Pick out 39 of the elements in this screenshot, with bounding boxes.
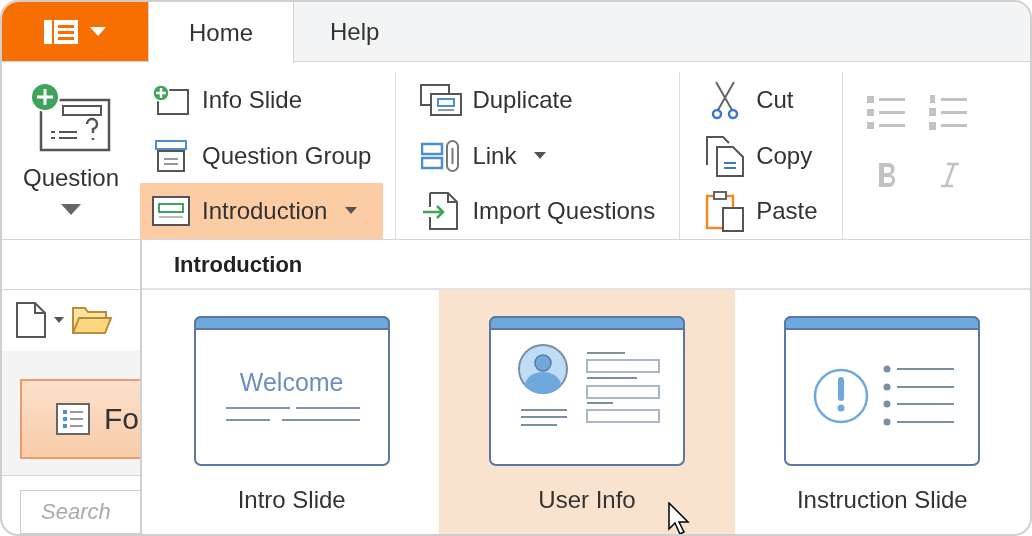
intro-slide-icon — [152, 196, 190, 227]
panel-title: Introduction — [174, 250, 303, 279]
slide-preview-icon — [489, 316, 685, 466]
group-icon — [154, 138, 188, 173]
add-question-icon — [29, 82, 113, 152]
caret-icon — [90, 26, 106, 37]
document-list-icon — [44, 19, 78, 44]
ribbon-button[interactable]: Import Questions — [410, 183, 668, 239]
ribbon-button[interactable]: Link — [410, 127, 668, 184]
list-icon — [56, 402, 90, 435]
slide-preview-icon — [784, 316, 981, 466]
question-button[interactable]: Question — [2, 72, 140, 240]
clipboard-icon — [705, 190, 746, 233]
ribbon-button[interactable]: Cut — [694, 72, 830, 128]
ribbon-button[interactable]: Introduction — [140, 183, 384, 239]
tab[interactable]: Help — [294, 2, 416, 61]
tab[interactable]: Home — [148, 2, 294, 63]
ribbon-button[interactable]: Copy — [694, 127, 830, 184]
app-menu-button[interactable] — [2, 2, 148, 61]
add-slide-icon — [152, 83, 190, 116]
ribbon-button[interactable]: Paste — [694, 183, 830, 239]
scissors-icon — [710, 79, 741, 120]
caret-icon — [534, 151, 547, 160]
preview-text: Welcome — [238, 367, 345, 398]
ribbon-button[interactable]: Duplicate — [410, 72, 668, 128]
new-document-icon[interactable] — [16, 302, 46, 339]
copy-icon — [705, 134, 746, 177]
caret-icon[interactable] — [54, 317, 64, 324]
ribbon-button[interactable]: Info Slide — [140, 72, 384, 128]
folder-icon[interactable] — [72, 305, 112, 336]
duplicate-icon — [420, 83, 463, 116]
gallery-item[interactable]: Instruction Slide — [734, 290, 1030, 534]
import-icon — [423, 191, 460, 232]
gallery-item[interactable]: User Info — [439, 290, 735, 534]
ribbon-button[interactable]: Question Group — [140, 127, 384, 184]
slide-preview-icon — [193, 316, 390, 466]
link-icon — [421, 138, 462, 173]
caret-icon — [61, 204, 81, 216]
caret-icon — [345, 207, 358, 216]
